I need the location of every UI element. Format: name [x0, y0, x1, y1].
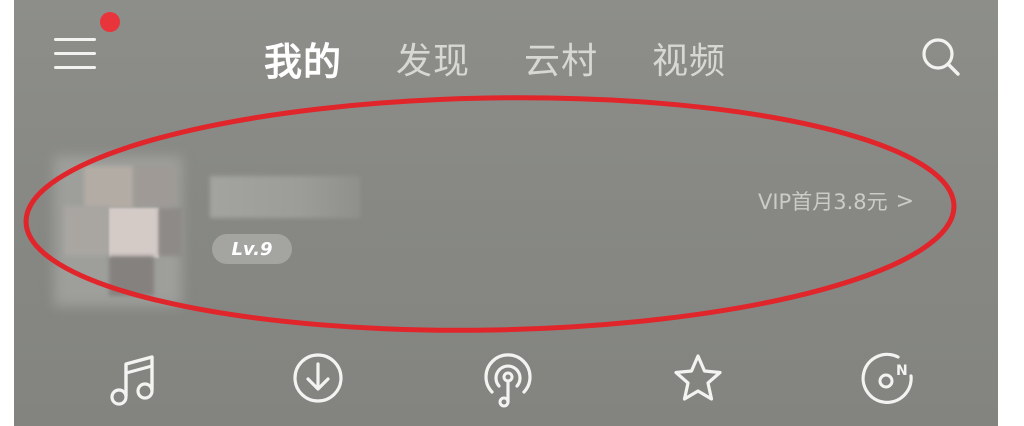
radio-podcast-icon[interactable] [478, 348, 538, 412]
tab-mine[interactable]: 我的 [264, 31, 342, 86]
my-page-screen: 我的 发现 云村 视频 Lv.9 VIP首月3.8元 > N [14, 0, 998, 426]
top-tabs: 我的 发现 云村 视频 [264, 30, 780, 86]
tab-video[interactable]: 视频 [652, 32, 726, 84]
quick-actions-row: N [14, 348, 998, 418]
username-obscured [210, 176, 360, 218]
search-icon[interactable] [918, 34, 964, 80]
notification-dot [100, 12, 120, 32]
hamburger-menu-icon[interactable] [54, 36, 98, 74]
level-badge: Lv.9 [212, 234, 292, 264]
tab-discover[interactable]: 发现 [396, 32, 470, 84]
vip-promo-link[interactable]: VIP首月3.8元 > [758, 184, 914, 218]
vip-promo-text: VIP首月3.8元 [758, 190, 888, 214]
star-icon[interactable] [668, 348, 728, 412]
music-note-icon[interactable] [106, 348, 166, 412]
chevron-right-icon: > [895, 188, 915, 214]
svg-text:N: N [896, 363, 908, 379]
tab-village[interactable]: 云村 [524, 32, 598, 84]
download-icon[interactable] [288, 348, 348, 412]
new-song-disc-icon[interactable]: N [858, 348, 918, 412]
avatar[interactable] [54, 156, 182, 306]
